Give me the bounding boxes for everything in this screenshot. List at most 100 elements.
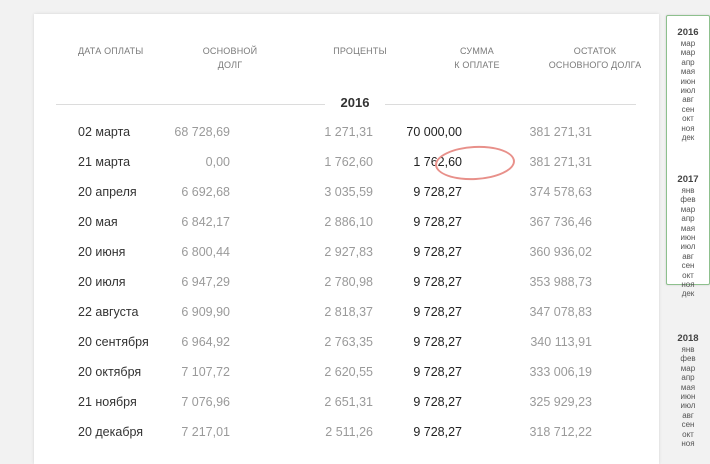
nav-month-link[interactable]: июн xyxy=(666,392,710,401)
nav-month-link[interactable]: окт xyxy=(666,114,710,123)
interest-amount: 2 818,37 xyxy=(324,305,373,319)
remaining-balance: 353 988,73 xyxy=(529,275,592,289)
payment-date: 20 июня xyxy=(78,245,126,259)
payment-total: 9 728,27 xyxy=(413,425,462,439)
principal-amount: 6 964,92 xyxy=(181,335,230,349)
nav-month-link[interactable]: мар xyxy=(666,48,710,57)
principal-amount: 6 842,17 xyxy=(181,215,230,229)
nav-month-link[interactable]: янв xyxy=(666,345,710,354)
interest-amount: 2 780,98 xyxy=(324,275,373,289)
table-row: 20 июня 6 800,44 2 927,83 9 728,27 360 936,0… xyxy=(0,237,625,267)
nav-month-link[interactable]: дек xyxy=(666,133,710,142)
payment-total: 9 728,27 xyxy=(413,245,462,259)
payment-date: 20 декабря xyxy=(78,425,144,439)
payment-total: 9 728,27 xyxy=(413,215,462,229)
nav-month-link[interactable]: июл xyxy=(666,401,710,410)
interest-amount: 2 886,10 xyxy=(324,215,373,229)
header-payment-total: СУММА К ОПЛАТЕ xyxy=(454,46,500,70)
principal-amount: 7 217,01 xyxy=(181,425,230,439)
payment-date: 22 августа xyxy=(78,305,139,319)
table-row: 21 ноября 7 076,96 2 651,31 9 728,27 325 929… xyxy=(0,387,625,417)
header-interest: ПРОЦЕНТЫ xyxy=(333,46,387,56)
header-principal: ОСНОВНОЙ ДОЛГ xyxy=(202,46,258,70)
nav-month-link[interactable]: ноя xyxy=(666,124,710,133)
nav-month-link[interactable]: авг xyxy=(666,95,710,104)
nav-month-link[interactable]: июл xyxy=(666,86,710,95)
nav-month-link[interactable]: ноя xyxy=(666,439,710,448)
nav-month-link[interactable]: апр xyxy=(666,214,710,223)
nav-year-2017: 2017 янв фев мар апр мая июн июл авг сен окт ноя дек xyxy=(666,174,710,299)
nav-month-link[interactable]: фев xyxy=(666,354,710,363)
nav-month-link[interactable]: апр xyxy=(666,373,710,382)
principal-amount: 0,00 xyxy=(205,155,230,169)
payment-total: 9 728,27 xyxy=(413,275,462,289)
principal-amount: 6 692,68 xyxy=(181,185,230,199)
principal-amount: 68 728,69 xyxy=(174,125,230,139)
nav-month-link[interactable]: янв xyxy=(666,186,710,195)
table-row: 20 сентября 6 964,92 2 763,35 9 728,27 340 1… xyxy=(0,327,625,357)
remaining-balance: 374 578,63 xyxy=(529,185,592,199)
remaining-balance: 360 936,02 xyxy=(529,245,592,259)
table-row: 02 марта 68 728,69 1 271,31 70 000,00 381 27… xyxy=(0,117,625,147)
remaining-balance: 318 712,22 xyxy=(529,425,592,439)
remaining-balance: 340 113,91 xyxy=(530,335,592,349)
nav-month-link[interactable]: окт xyxy=(666,430,710,439)
nav-month-link[interactable]: мая xyxy=(666,67,710,76)
nav-year-2016: 2016 мар мар апр мая июн июл авг сен окт ноя дек xyxy=(666,27,710,142)
payment-total: 9 728,27 xyxy=(413,365,462,379)
table-row: 20 декабря 7 217,01 2 511,26 9 728,27 318 71… xyxy=(0,417,625,447)
nav-month-link[interactable]: сен xyxy=(666,420,710,429)
payment-date: 20 октября xyxy=(78,365,142,379)
payment-total: 9 728,27 xyxy=(413,305,462,319)
interest-amount: 1 271,31 xyxy=(324,125,373,139)
nav-month-link[interactable]: авг xyxy=(666,411,710,420)
remaining-balance: 347 078,83 xyxy=(529,305,592,319)
nav-month-link[interactable]: мая xyxy=(666,224,710,233)
nav-month-link[interactable]: авг xyxy=(666,252,710,261)
principal-amount: 6 800,44 xyxy=(181,245,230,259)
table-row: 20 мая 6 842,17 2 886,10 9 728,27 367 736,46 xyxy=(0,207,625,237)
interest-amount: 2 651,31 xyxy=(324,395,373,409)
table-row: 21 марта 0,00 1 762,60 1 762,60 381 271,31 xyxy=(0,147,625,177)
year-heading: 2016 xyxy=(325,95,385,110)
interest-amount: 2 620,55 xyxy=(324,365,373,379)
payment-date: 21 ноября xyxy=(78,395,137,409)
nav-month-link[interactable]: мар xyxy=(666,205,710,214)
nav-month-link[interactable]: июн xyxy=(666,77,710,86)
payment-date: 20 сентября xyxy=(78,335,149,349)
nav-year-label[interactable]: 2016 xyxy=(666,27,710,39)
payment-date: 02 марта xyxy=(78,125,131,139)
interest-amount: 2 927,83 xyxy=(324,245,373,259)
nav-month-link[interactable]: ноя xyxy=(666,280,710,289)
table-row: 20 октября 7 107,72 2 620,55 9 728,27 333 00… xyxy=(0,357,625,387)
remaining-balance: 381 271,31 xyxy=(529,155,592,169)
payment-date: 21 марта xyxy=(78,155,131,169)
nav-month-link[interactable]: мар xyxy=(666,364,710,373)
nav-month-link[interactable]: окт xyxy=(666,271,710,280)
principal-amount: 7 107,72 xyxy=(181,365,230,379)
nav-month-link[interactable]: сен xyxy=(666,105,710,114)
nav-month-link[interactable]: дек xyxy=(666,289,710,298)
interest-amount: 3 035,59 xyxy=(324,185,373,199)
header-remaining-balance: ОСТАТОК ОСНОВНОГО ДОЛГА xyxy=(548,46,642,70)
nav-month-link[interactable]: июн xyxy=(666,233,710,242)
nav-month-link[interactable]: июл xyxy=(666,242,710,251)
nav-month-link[interactable]: фев xyxy=(666,195,710,204)
nav-year-label[interactable]: 2017 xyxy=(666,174,710,186)
interest-amount: 2 511,26 xyxy=(325,425,373,439)
nav-month-link[interactable]: мая xyxy=(666,383,710,392)
nav-month-link[interactable]: апр xyxy=(666,58,710,67)
remaining-balance: 333 006,19 xyxy=(529,365,592,379)
nav-month-link[interactable]: мар xyxy=(666,39,710,48)
interest-amount: 1 762,60 xyxy=(324,155,373,169)
interest-amount: 2 763,35 xyxy=(324,335,373,349)
principal-amount: 7 076,96 xyxy=(181,395,230,409)
payment-total: 1 762,60 xyxy=(413,155,462,169)
principal-amount: 6 909,90 xyxy=(181,305,230,319)
remaining-balance: 367 736,46 xyxy=(529,215,592,229)
nav-month-link[interactable]: сен xyxy=(666,261,710,270)
table-row: 20 июля 6 947,29 2 780,98 9 728,27 353 988,7… xyxy=(0,267,625,297)
table-row: 22 августа 6 909,90 2 818,37 9 728,27 347 07… xyxy=(0,297,625,327)
nav-year-label[interactable]: 2018 xyxy=(666,333,710,345)
principal-amount: 6 947,29 xyxy=(181,275,230,289)
